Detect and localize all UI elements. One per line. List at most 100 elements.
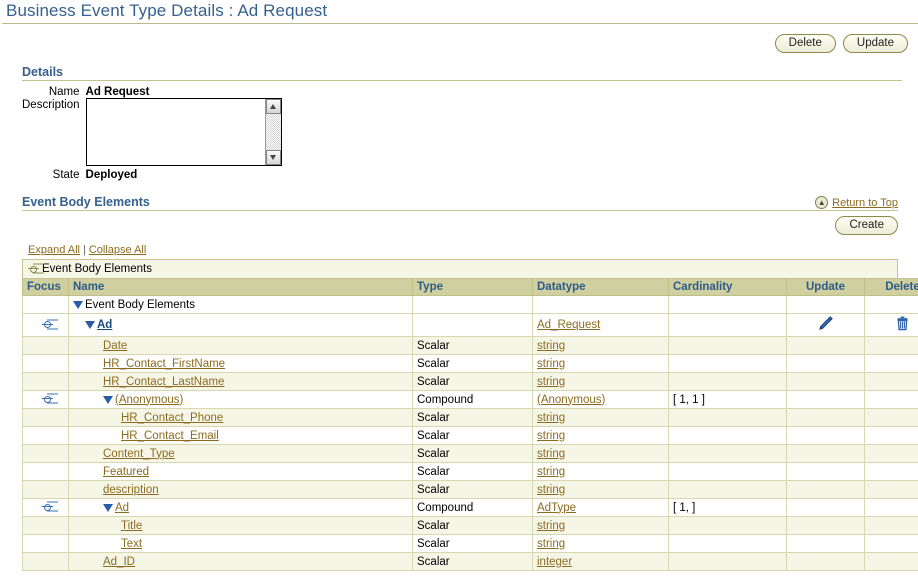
name-cell: (Anonymous)	[68, 390, 413, 409]
datatype-link[interactable]: string	[537, 484, 565, 496]
name-cell: Ad	[68, 498, 413, 517]
focus-cell[interactable]	[22, 498, 69, 517]
row-name-label[interactable]: HR_Contact_LastName	[103, 376, 224, 388]
row-name-label[interactable]: Ad	[115, 502, 129, 514]
column-header-focus: Focus	[22, 278, 69, 296]
datatype-link[interactable]: Ad_Request	[537, 319, 600, 331]
scrollbar-track[interactable]	[265, 114, 281, 150]
update-cell	[786, 480, 865, 499]
table-row: Ad Compound AdType [ 1, ]	[22, 498, 918, 517]
table-row: HR_Contact_LastName Scalar string	[22, 372, 918, 391]
focus-cell[interactable]	[22, 313, 69, 337]
delete-cell	[864, 426, 918, 445]
focus-icon[interactable]	[42, 394, 53, 405]
update-cell	[786, 295, 865, 314]
focus-cell	[22, 295, 69, 314]
cardinality-cell: [ 1, ]	[668, 498, 787, 517]
delete-cell	[864, 444, 918, 463]
focus-icon[interactable]	[42, 502, 53, 513]
datatype-link[interactable]: string	[537, 412, 565, 424]
datatype-link[interactable]: string	[537, 358, 565, 370]
details-heading: Details	[22, 65, 63, 79]
row-name-label[interactable]: HR_Contact_Phone	[121, 412, 223, 424]
collapse-all-link[interactable]: Collapse All	[89, 244, 146, 256]
table-row: Featured Scalar string	[22, 462, 918, 481]
expand-triangle-icon[interactable]	[103, 395, 113, 404]
type-cell: Scalar	[412, 354, 533, 373]
name-cell: Ad_ID	[68, 552, 413, 571]
table-row: HR_Contact_Email Scalar string	[22, 426, 918, 445]
update-button[interactable]: Update	[842, 34, 908, 53]
row-name-label[interactable]: Text	[121, 538, 142, 550]
update-cell	[786, 462, 865, 481]
description-textarea[interactable]	[85, 98, 282, 166]
datatype-cell: string	[532, 372, 669, 391]
cardinality-cell	[668, 408, 787, 427]
row-name-label[interactable]: Featured	[103, 466, 149, 478]
description-cell	[85, 98, 282, 166]
delete-cell	[864, 372, 918, 391]
cardinality-cell	[668, 444, 787, 463]
delete-button[interactable]: Delete	[774, 34, 836, 53]
return-to-top[interactable]: ▲ Return to Top	[815, 196, 898, 210]
row-name-label[interactable]: HR_Contact_Email	[121, 430, 219, 442]
datatype-cell: string	[532, 534, 669, 553]
event-body-table: Focus Name Type Datatype Cardinality Upd…	[22, 278, 918, 571]
focus-cell	[22, 444, 69, 463]
datatype-cell: integer	[532, 552, 669, 571]
datatype-link[interactable]: string	[537, 340, 565, 352]
focus-icon[interactable]	[42, 319, 53, 330]
datatype-link[interactable]: string	[537, 520, 565, 532]
focus-cell	[22, 408, 69, 427]
row-name-label[interactable]: Date	[103, 340, 127, 352]
delete-cell	[864, 552, 918, 571]
row-name-label[interactable]: Ad_ID	[103, 556, 135, 568]
cardinality-cell	[668, 354, 787, 373]
type-cell: Scalar	[412, 552, 533, 571]
scroll-up-icon[interactable]	[265, 99, 281, 114]
table-row: Ad Ad_Request	[22, 313, 918, 337]
datatype-link[interactable]: string	[537, 538, 565, 550]
update-cell[interactable]	[786, 313, 865, 337]
table-row: (Anonymous) Compound (Anonymous) [ 1, 1 ]	[22, 390, 918, 409]
expand-all-link[interactable]: Expand All	[28, 244, 80, 256]
scroll-down-icon[interactable]	[265, 150, 281, 165]
datatype-link[interactable]: string	[537, 430, 565, 442]
return-to-top-link[interactable]: Return to Top	[832, 197, 898, 209]
focus-cell[interactable]	[22, 390, 69, 409]
delete-cell	[864, 534, 918, 553]
datatype-cell: string	[532, 516, 669, 535]
create-button[interactable]: Create	[835, 216, 898, 235]
expand-triangle-icon[interactable]	[103, 503, 113, 512]
row-name-label[interactable]: Content_Type	[103, 448, 175, 460]
expand-triangle-icon[interactable]	[73, 300, 83, 309]
expand-triangle-icon[interactable]	[85, 321, 95, 329]
datatype-link[interactable]: integer	[537, 556, 572, 568]
focus-icon[interactable]	[28, 264, 39, 275]
datatype-cell	[532, 295, 669, 314]
update-cell	[786, 534, 865, 553]
description-scrollbar[interactable]	[264, 99, 281, 165]
datatype-link[interactable]: (Anonymous)	[537, 394, 605, 406]
row-name-label[interactable]: HR_Contact_FirstName	[103, 358, 225, 370]
datatype-link[interactable]: string	[537, 448, 565, 460]
trash-icon[interactable]	[895, 316, 910, 335]
focus-cell	[22, 480, 69, 499]
delete-cell	[864, 390, 918, 409]
update-cell	[786, 372, 865, 391]
cardinality-cell: [ 1, 1 ]	[668, 390, 787, 409]
delete-cell	[864, 295, 918, 314]
row-name-label[interactable]: Ad	[97, 319, 112, 331]
type-cell: Scalar	[412, 444, 533, 463]
name-cell: Text	[68, 534, 413, 553]
datatype-link[interactable]: AdType	[537, 502, 576, 514]
datatype-link[interactable]: string	[537, 376, 565, 388]
row-name-label[interactable]: Title	[121, 520, 142, 532]
cardinality-cell	[668, 313, 787, 337]
datatype-cell: string	[532, 480, 669, 499]
delete-cell[interactable]	[864, 313, 918, 337]
row-name-label[interactable]: description	[103, 484, 159, 496]
pencil-icon[interactable]	[817, 316, 834, 335]
row-name-label[interactable]: (Anonymous)	[115, 394, 183, 406]
datatype-link[interactable]: string	[537, 466, 565, 478]
